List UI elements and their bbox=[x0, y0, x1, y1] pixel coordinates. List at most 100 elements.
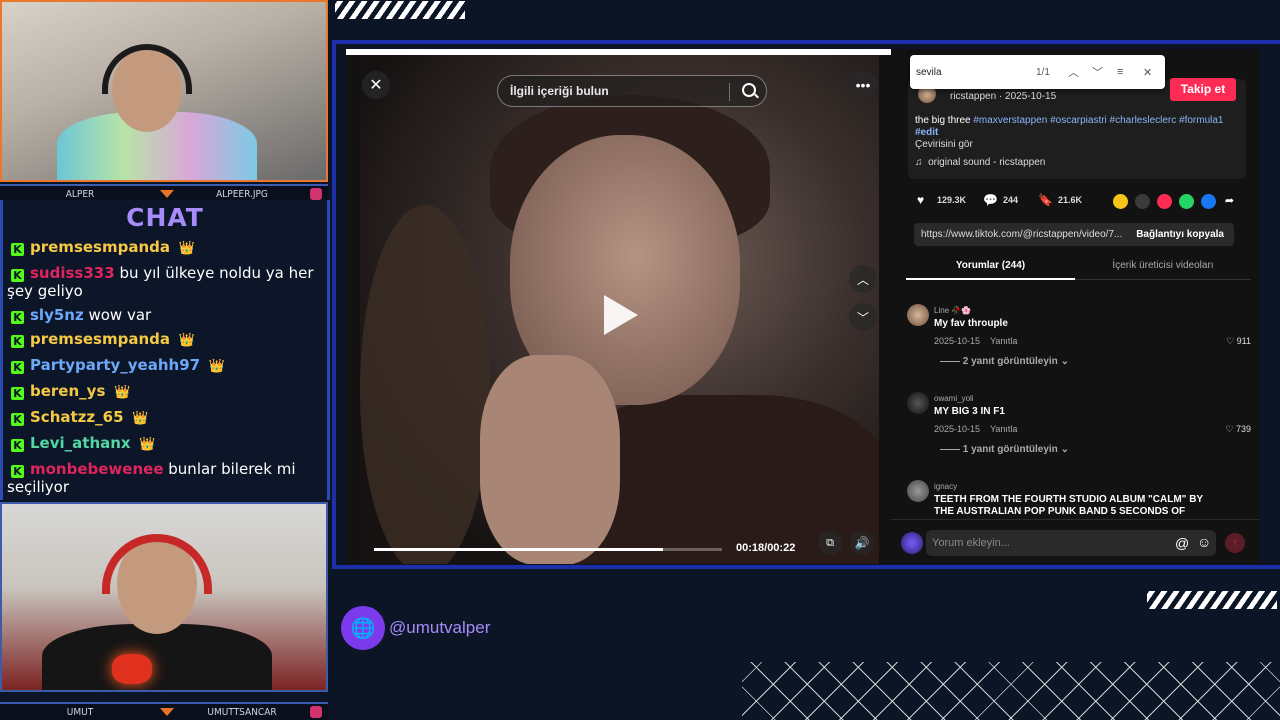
send-icon[interactable]: ↑ bbox=[1225, 533, 1245, 553]
chat-panel: CHAT Kpremsesmpanda 👑 Ksudiss333 bu yıl ü… bbox=[0, 200, 330, 500]
kick-badge-icon: K bbox=[11, 243, 24, 256]
save-button[interactable]: 🔖 21.6K bbox=[1038, 194, 1082, 206]
facebook-icon[interactable] bbox=[1201, 194, 1216, 209]
find-next-icon[interactable]: ﹀ bbox=[1092, 64, 1103, 80]
emoji-icon[interactable]: ☺ bbox=[1197, 534, 1211, 550]
video-link-box[interactable]: https://www.tiktok.com/@ricstappen/video… bbox=[914, 223, 1234, 246]
emote-icon: 👑 bbox=[178, 241, 195, 256]
play-icon[interactable] bbox=[604, 295, 638, 335]
close-icon[interactable]: ✕ bbox=[362, 71, 390, 99]
share-icon[interactable]: ➦ bbox=[1222, 194, 1237, 209]
chat-username[interactable]: Schatzz_65 bbox=[30, 408, 124, 426]
search-icon[interactable] bbox=[742, 83, 756, 97]
find-close-icon[interactable]: ✕ bbox=[1143, 66, 1152, 79]
bookmark-icon: 🔖 bbox=[1038, 193, 1053, 207]
comment-date: 2025-10-15 bbox=[934, 336, 981, 346]
streamer-handle-top: ALPEER.JPG bbox=[216, 188, 268, 200]
video-time: 00:18/00:22 bbox=[736, 542, 796, 554]
video-link[interactable]: https://www.tiktok.com/@ricstappen/video… bbox=[921, 229, 1122, 240]
streamer-handle-bottom: UMUTTSANCAR bbox=[207, 706, 277, 718]
comment-user[interactable]: ignacy bbox=[934, 482, 1251, 491]
find-options-icon[interactable]: ≡ bbox=[1117, 66, 1123, 78]
like-count: 129.3K bbox=[937, 195, 967, 205]
comment-like[interactable]: ♡ 739 bbox=[1225, 424, 1251, 435]
chat-username[interactable]: premsesmpanda bbox=[30, 238, 170, 256]
tab-comments[interactable]: Yorumlar (244) bbox=[906, 260, 1075, 271]
chevron-down-icon[interactable]: ﹀ bbox=[849, 303, 877, 331]
comment-date: 2025-10-15 bbox=[934, 424, 981, 434]
find-prev-icon[interactable]: ︿ bbox=[1068, 64, 1079, 80]
chat-message: K Partyparty_yeahh97 👑 bbox=[3, 356, 327, 376]
chat-username[interactable]: sudiss333 bbox=[30, 264, 115, 282]
mention-icon[interactable]: @ bbox=[1175, 535, 1189, 551]
emote-icon: 👑 bbox=[178, 333, 195, 348]
chat-username[interactable]: premsesmpanda bbox=[30, 330, 170, 348]
tab-active-indicator bbox=[906, 278, 1075, 280]
reply-link[interactable]: Yanıtla bbox=[990, 424, 1017, 434]
view-replies-link[interactable]: —— 1 yanıt görüntüleyin ⌄ bbox=[934, 444, 1251, 455]
browser-find-bar[interactable]: sevila 1/1 ︿ ﹀ ≡ ✕ bbox=[910, 55, 1165, 89]
video-search-input[interactable]: İlgili içeriği bulun bbox=[497, 75, 767, 107]
globe-icon: 🌐 bbox=[341, 606, 385, 650]
follow-button[interactable]: Takip et bbox=[1170, 78, 1236, 101]
chat-username[interactable]: beren_ys bbox=[30, 382, 105, 400]
chat-message: K Levi_athanx 👑 bbox=[3, 434, 327, 454]
reply-link[interactable]: Yanıtla bbox=[990, 336, 1017, 346]
comment-user[interactable]: Line 🥀🌸 bbox=[934, 306, 1251, 315]
whatsapp-icon[interactable] bbox=[1179, 194, 1194, 209]
headphones-icon bbox=[102, 534, 212, 594]
comment-tabs: Yorumlar (244) İçerik üreticisi videolar… bbox=[906, 256, 1251, 280]
pip-icon[interactable]: ⧉ bbox=[818, 531, 842, 555]
chat-username[interactable]: sly5nz bbox=[30, 306, 84, 324]
comment-meta: 2025-10-15 Yanıtla bbox=[934, 336, 1251, 346]
webcam-bottom bbox=[0, 502, 328, 692]
chat-message-list: Kpremsesmpanda 👑 Ksudiss333 bu yıl ülkeye… bbox=[3, 238, 327, 496]
more-options-icon[interactable]: ••• bbox=[849, 71, 877, 99]
comment-text-line2: THE AUSTRALIAN POP PUNK BAND 5 SECONDS O… bbox=[934, 506, 1186, 517]
caption-hashtags[interactable]: #maxverstappen #oscarpiastri #charleslec… bbox=[973, 115, 1223, 126]
triangle-icon bbox=[160, 190, 174, 198]
chat-message: Kpremsesmpanda 👑 bbox=[3, 238, 327, 258]
caption-prefix: the big three bbox=[915, 115, 974, 126]
video-player[interactable]: ✕ İlgili içeriği bulun ••• ︿ ﹀ 00:18/00:… bbox=[360, 55, 879, 564]
frame-line-top bbox=[336, 40, 1280, 44]
kick-badge-icon: K bbox=[11, 335, 24, 348]
author-date[interactable]: ricstappen · 2025-10-15 bbox=[950, 91, 1056, 102]
embed-icon[interactable] bbox=[1135, 194, 1150, 209]
chat-message: Kberen_ys 👑 bbox=[3, 382, 327, 402]
view-replies-label: 2 yanıt görüntüleyin bbox=[962, 356, 1058, 367]
send-icon[interactable] bbox=[1157, 194, 1172, 209]
translate-link[interactable]: Çevirisini gör bbox=[915, 139, 973, 150]
tab-creator-videos[interactable]: İçerik üreticisi videoları bbox=[1075, 260, 1251, 271]
chat-message: K Schatzz_65 👑 bbox=[3, 408, 327, 428]
emote-icon: 👑 bbox=[132, 411, 149, 426]
kick-badge-icon: K bbox=[11, 387, 24, 400]
video-progress-fill bbox=[374, 548, 663, 551]
repost-icon[interactable] bbox=[1113, 194, 1128, 209]
sound-row[interactable]: ♫ original sound - ricstappen bbox=[915, 157, 1045, 168]
copy-link-button[interactable]: Bağlantıyı kopyala bbox=[1136, 229, 1224, 240]
comment-meta: 2025-10-15 Yanıtla bbox=[934, 424, 1251, 434]
volume-icon[interactable]: 🔊 bbox=[850, 531, 874, 555]
comment-user[interactable]: owami_yoli bbox=[934, 394, 1251, 403]
like-button[interactable]: ♥ 129.3K bbox=[917, 194, 966, 206]
instagram-icon bbox=[310, 188, 322, 200]
find-query[interactable]: sevila bbox=[916, 67, 942, 78]
emote-icon: 👑 bbox=[208, 359, 226, 374]
frame-line-bottom bbox=[336, 565, 1280, 569]
comment-like[interactable]: ♡ 911 bbox=[1226, 336, 1251, 347]
chevron-up-icon[interactable]: ︿ bbox=[849, 265, 877, 293]
comment-input[interactable]: Yorum ekleyin... bbox=[926, 530, 1216, 556]
view-replies-label: 1 yanıt görüntüleyin bbox=[962, 444, 1058, 455]
kick-badge-icon: K bbox=[11, 311, 24, 324]
comment-button[interactable]: 💬 244 bbox=[983, 194, 1018, 206]
chat-username[interactable]: monbebewenee bbox=[30, 460, 164, 478]
nameplate-bottom: UMUT UMUTTSANCAR bbox=[0, 702, 328, 720]
chat-username[interactable]: Levi_athanx bbox=[30, 434, 131, 452]
chat-username[interactable]: Partyparty_yeahh97 bbox=[30, 356, 200, 374]
video-progress-bar[interactable] bbox=[374, 548, 722, 551]
find-count: 1/1 bbox=[1036, 66, 1050, 78]
chat-text: wow var bbox=[88, 306, 152, 324]
view-replies-link[interactable]: —— 2 yanıt görüntüleyin ⌄ bbox=[934, 356, 1251, 367]
caption-hashtags-line2[interactable]: #edit bbox=[915, 127, 938, 138]
